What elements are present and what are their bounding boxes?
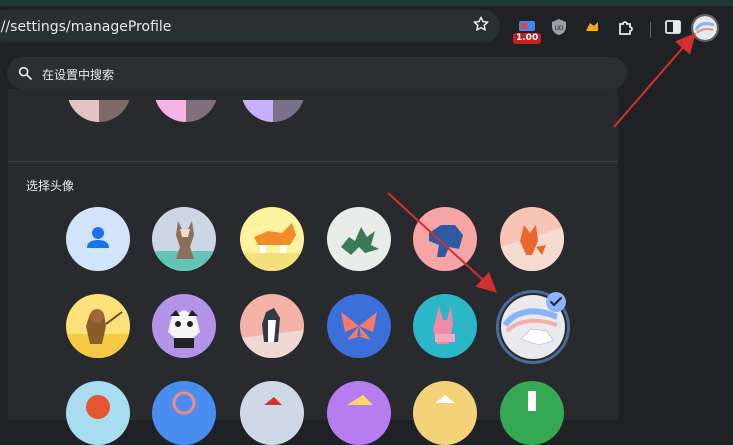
avatar-basketball[interactable] <box>66 381 130 445</box>
section-divider <box>8 161 618 162</box>
avatar-section-title: 选择头像 <box>26 179 75 193</box>
browser-toolbar: ://settings/manageProfile 1.00 UD <box>0 6 733 49</box>
puzzle-extensions-icon[interactable] <box>614 16 636 38</box>
avatar-origami-elephant[interactable] <box>413 207 477 271</box>
search-input-label: 在设置中搜索 <box>42 68 115 82</box>
avatar-origami-fox[interactable] <box>500 207 564 271</box>
scroll-mask <box>8 49 627 55</box>
avatar-football[interactable] <box>413 381 477 445</box>
profile-avatar-icon[interactable] <box>691 14 719 42</box>
url-text[interactable]: ://settings/manageProfile <box>0 19 171 35</box>
ublock-shield-icon[interactable]: UD <box>548 16 570 38</box>
address-bar[interactable]: ://settings/manageProfile <box>0 10 500 42</box>
extension-badge: 1.00 <box>513 33 542 44</box>
search-icon <box>18 66 32 80</box>
avatar-origami-butterfly[interactable] <box>327 294 391 358</box>
avatar-sunglasses[interactable] <box>500 381 564 445</box>
avatar-cheese[interactable] <box>327 381 391 445</box>
star-icon[interactable] <box>472 15 490 33</box>
toolbar-separator <box>650 22 651 38</box>
avatar-bird[interactable] <box>240 381 304 445</box>
check-icon <box>546 292 566 312</box>
avatar-origami-rabbit[interactable] <box>413 294 477 358</box>
panel-top-cover <box>8 89 618 100</box>
duck-extension-icon[interactable] <box>581 16 603 38</box>
avatar-bicycle[interactable] <box>152 381 216 445</box>
avatar-origami-penguin[interactable] <box>240 294 304 358</box>
avatar-origami-cat[interactable] <box>152 207 216 271</box>
avatar-origami-dragon[interactable] <box>327 207 391 271</box>
settings-search-bar-overlay[interactable]: 在设置中搜索 <box>7 57 627 89</box>
svg-text:UD: UD <box>554 25 563 32</box>
avatar-origami-panda[interactable] <box>152 294 216 358</box>
avatar-origami-monkey[interactable] <box>66 294 130 358</box>
avatar-generic-person[interactable] <box>66 207 130 271</box>
side-panel-icon[interactable] <box>662 16 684 38</box>
avatar-origami-corgi[interactable] <box>240 207 304 271</box>
